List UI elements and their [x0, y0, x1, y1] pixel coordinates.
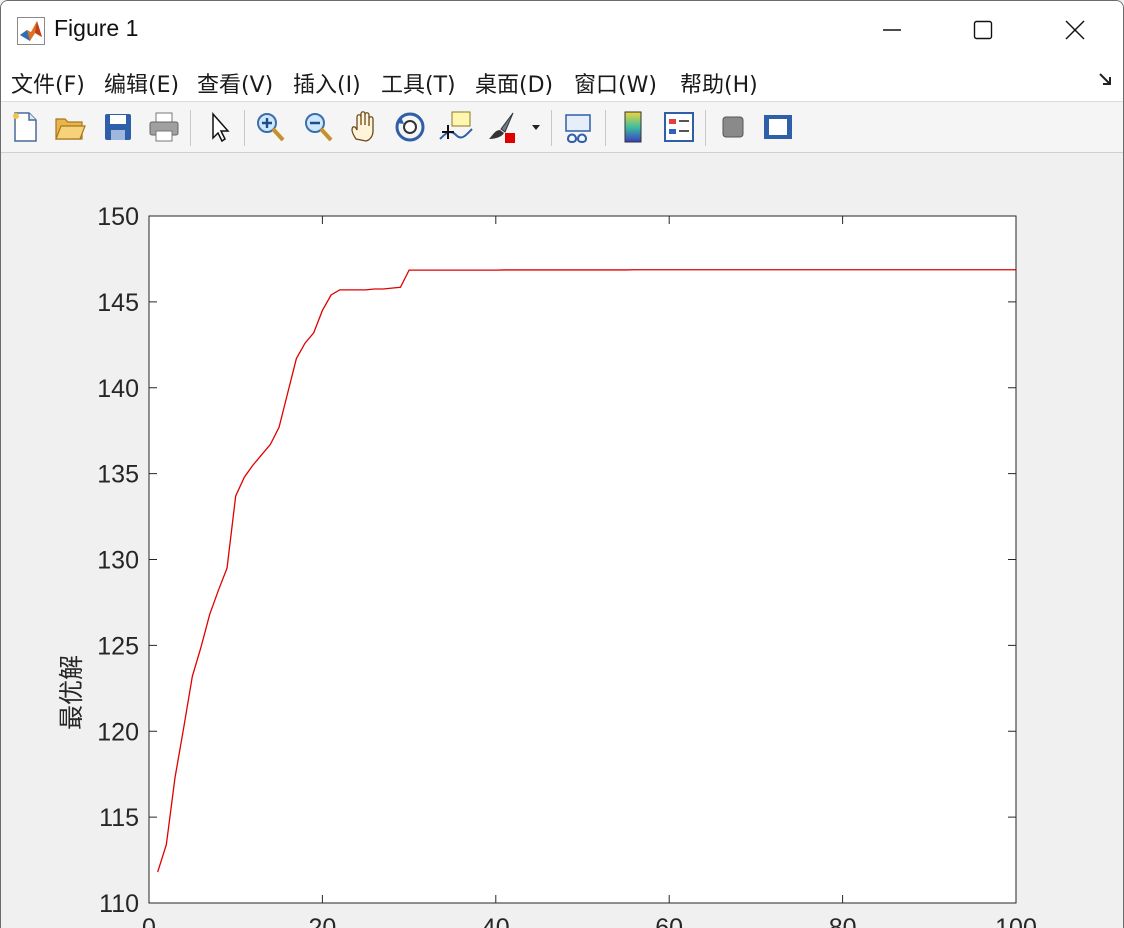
rotate-3d-icon — [395, 112, 425, 142]
toolbar-separator — [605, 110, 606, 146]
y-tick-label: 145 — [97, 289, 139, 317]
link-plot-button[interactable] — [560, 109, 596, 145]
menu-edit[interactable]: 编辑(E) — [104, 67, 179, 99]
toolbar-separator — [190, 110, 191, 146]
matlab-logo-icon — [17, 17, 45, 45]
x-tick-label: 80 — [829, 914, 857, 928]
zoom-in-icon — [257, 113, 285, 142]
zoom-out-icon — [305, 113, 333, 142]
brush-icon — [489, 112, 515, 143]
edit-plot-button[interactable] — [202, 109, 238, 145]
data-cursor-icon — [439, 111, 473, 140]
toolbar-separator — [705, 110, 706, 146]
pan-hand-icon — [351, 111, 374, 142]
axes-background — [149, 216, 1016, 903]
rotate-3d-button[interactable] — [392, 109, 428, 145]
print-icon — [149, 112, 179, 142]
figure-toolbar — [1, 102, 1123, 153]
y-tick-label: 110 — [99, 890, 139, 918]
plot-axes[interactable]: 110 115 120 125 130 135 140 145 150 0 20 40 60 80 100 — [1, 153, 1123, 928]
toolbar-separator — [551, 110, 552, 146]
figure-canvas[interactable]: 110 115 120 125 130 135 140 145 150 0 20 40 60 80 100 … — [1, 153, 1123, 928]
open-file-button[interactable] — [52, 109, 88, 145]
link-plot-icon — [565, 114, 591, 143]
menu-tools[interactable]: 工具(T) — [381, 67, 456, 99]
y-tick-label: 135 — [97, 461, 139, 489]
save-button[interactable] — [100, 109, 136, 145]
maximize-button[interactable] — [937, 1, 1029, 59]
menu-bar: 文件(F) 编辑(E) 查看(V) 插入(I) 工具(T) 桌面(D) 窗口(W… — [1, 59, 1123, 102]
y-tick-label: 150 — [97, 203, 139, 231]
y-tick-label: 120 — [97, 718, 139, 746]
pointer-arrow-icon — [212, 112, 230, 143]
menu-desktop[interactable]: 桌面(D) — [475, 67, 553, 99]
insert-legend-button[interactable] — [661, 109, 697, 145]
y-tick-label: 125 — [97, 632, 139, 660]
pan-button[interactable] — [346, 109, 382, 145]
brush-button[interactable] — [485, 109, 521, 145]
show-plot-tools-button[interactable] — [760, 109, 796, 145]
colorbar-icon — [624, 111, 642, 143]
close-icon — [1065, 20, 1085, 40]
menu-view[interactable]: 查看(V) — [197, 67, 273, 99]
show-plot-tools-icon — [764, 115, 792, 139]
insert-colorbar-button[interactable] — [615, 109, 651, 145]
menu-window[interactable]: 窗口(W) — [574, 67, 657, 99]
save-icon — [105, 114, 131, 140]
y-axis-label: 最优解 — [57, 654, 86, 730]
x-tick-label: 100 — [995, 914, 1037, 928]
data-cursor-button[interactable] — [438, 109, 474, 145]
open-folder-icon — [55, 118, 86, 140]
new-figure-button[interactable] — [7, 109, 43, 145]
y-tick-label: 140 — [97, 375, 139, 403]
y-tick-label: 115 — [99, 804, 139, 832]
menu-file[interactable]: 文件(F) — [11, 67, 85, 99]
title-bar[interactable]: Figure 1 — [1, 1, 1123, 59]
hide-plot-tools-icon — [722, 116, 744, 138]
y-tick-label: 130 — [97, 547, 139, 575]
minimize-button[interactable] — [846, 1, 938, 59]
maximize-icon — [973, 20, 993, 40]
hide-plot-tools-button[interactable] — [715, 109, 751, 145]
x-tick-label: 60 — [655, 914, 683, 928]
zoom-out-button[interactable] — [300, 109, 336, 145]
figure-window: Figure 1 文件(F) 编辑(E) 查看(V) 插入(I) 工具(T) 桌… — [0, 0, 1124, 928]
dock-figure-icon[interactable] — [1098, 71, 1114, 87]
x-tick-label: 40 — [482, 914, 510, 928]
legend-icon — [664, 112, 694, 142]
x-tick-label: 0 — [142, 914, 156, 928]
new-figure-icon — [13, 112, 37, 142]
menu-insert[interactable]: 插入(I) — [293, 67, 361, 99]
minimize-icon — [883, 29, 901, 31]
brush-dropdown-button[interactable] — [529, 109, 543, 145]
print-button[interactable] — [146, 109, 182, 145]
window-title: Figure 1 — [54, 15, 139, 41]
close-button[interactable] — [1029, 1, 1121, 59]
brush-dropdown-icon — [532, 125, 540, 130]
toolbar-separator — [244, 110, 245, 146]
menu-help[interactable]: 帮助(H) — [680, 67, 758, 99]
x-tick-label: 20 — [308, 914, 336, 928]
zoom-in-button[interactable] — [252, 109, 288, 145]
